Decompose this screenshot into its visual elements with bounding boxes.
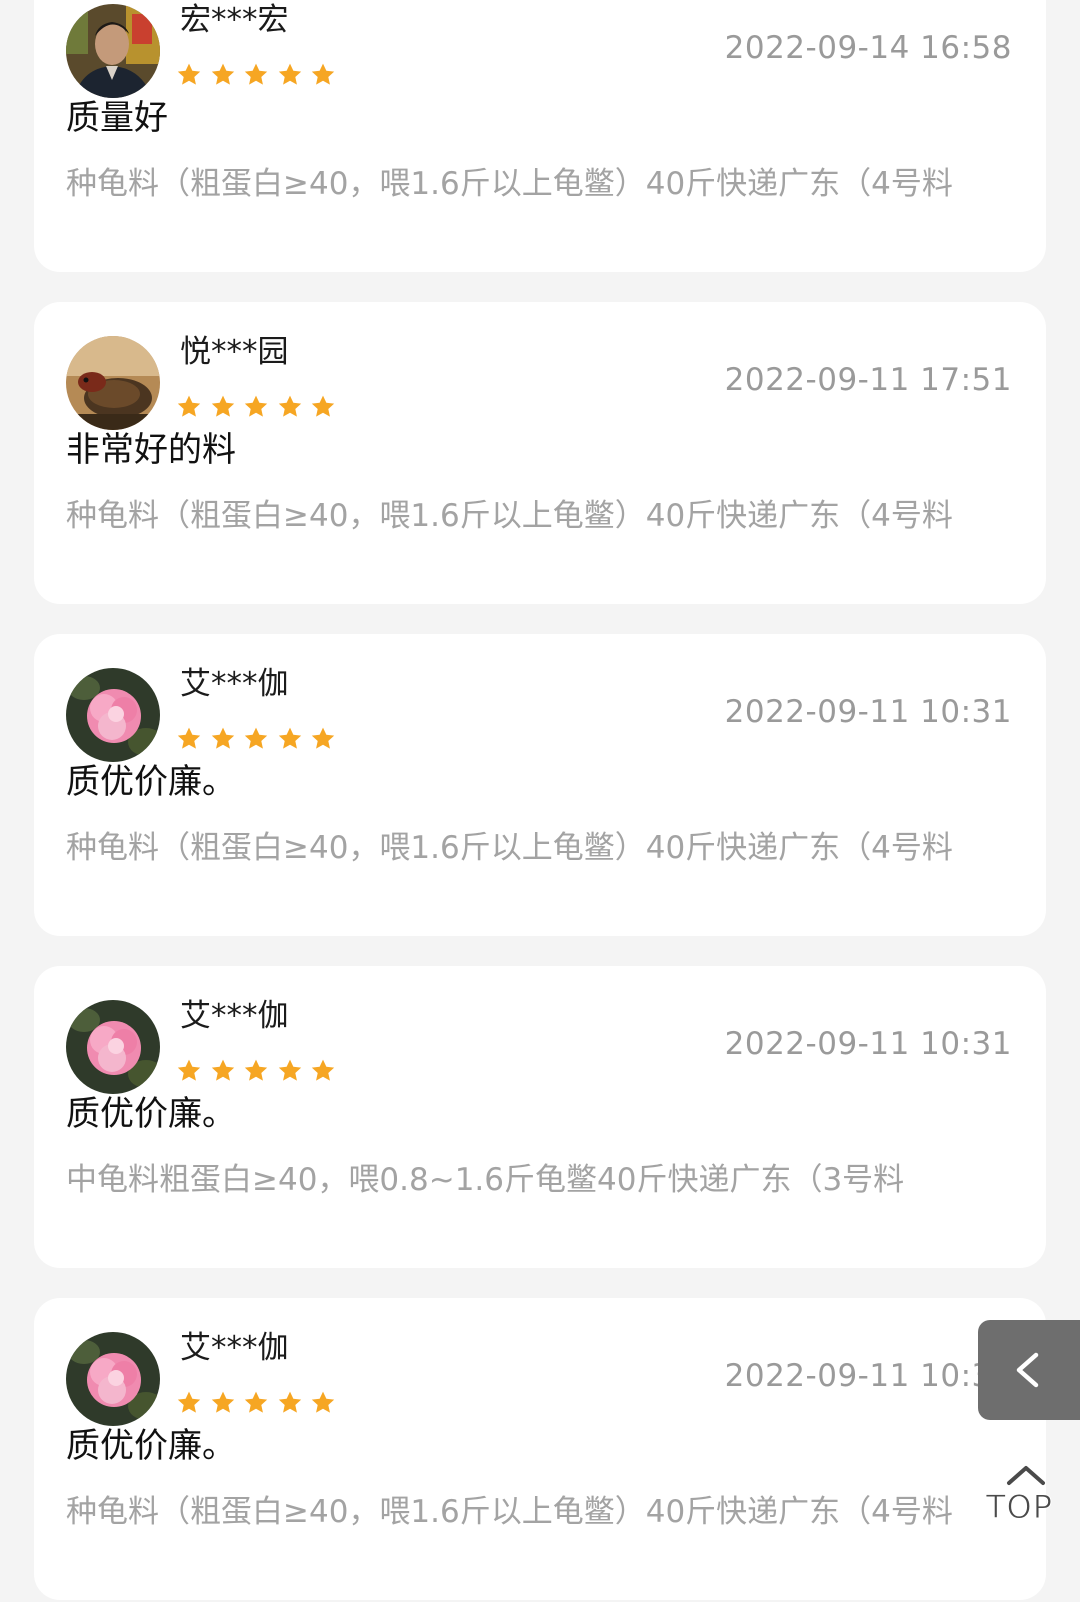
product-spec: 中龟料粗蛋白≥40，喂0.8~1.6斤龟鳖40斤快递广东（3号料 xyxy=(66,1162,905,1198)
star-icon xyxy=(210,1058,236,1084)
username: 宏***宏 xyxy=(180,2,289,38)
star-rating xyxy=(176,62,344,92)
star-icon xyxy=(277,62,303,88)
star-icon xyxy=(210,62,236,88)
top-label: TOP xyxy=(985,1488,1054,1527)
star-icon xyxy=(243,726,269,752)
product-spec: 种龟料（粗蛋白≥40，喂1.6斤以上龟鳖）40斤快递广东（4号料 xyxy=(66,166,953,202)
avatar[interactable] xyxy=(66,1332,160,1426)
review-comment: 质优价廉。 xyxy=(66,762,236,802)
username: 悦***园 xyxy=(180,334,289,370)
star-icon xyxy=(176,62,202,88)
star-icon xyxy=(176,1390,202,1416)
review-timestamp: 2022-09-11 10:31 xyxy=(724,1026,1012,1062)
username: 艾***伽 xyxy=(180,1330,289,1366)
review-card: 艾***伽 2022-09-11 10:31 质优价廉。 中龟料粗蛋白≥40，喂… xyxy=(34,966,1046,1268)
star-rating xyxy=(176,1390,344,1420)
star-icon xyxy=(210,1390,236,1416)
product-spec: 种龟料（粗蛋白≥40，喂1.6斤以上龟鳖）40斤快递广东（4号料 xyxy=(66,830,953,866)
review-comment: 质优价廉。 xyxy=(66,1094,236,1134)
star-icon xyxy=(243,394,269,420)
star-icon xyxy=(243,1058,269,1084)
review-comment: 非常好的料 xyxy=(66,430,236,470)
star-icon xyxy=(277,1390,303,1416)
scroll-to-top-button[interactable]: TOP xyxy=(980,1460,1072,1540)
chevron-up-icon xyxy=(1007,1466,1045,1485)
star-icon xyxy=(277,394,303,420)
product-spec: 种龟料（粗蛋白≥40，喂1.6斤以上龟鳖）40斤快递广东（4号料 xyxy=(66,498,953,534)
review-timestamp: 2022-09-14 16:58 xyxy=(724,30,1012,66)
star-rating xyxy=(176,726,344,756)
star-icon xyxy=(310,1390,336,1416)
avatar[interactable] xyxy=(66,668,160,762)
star-icon xyxy=(243,1390,269,1416)
star-rating xyxy=(176,1058,344,1088)
star-icon xyxy=(243,62,269,88)
star-rating xyxy=(176,394,344,424)
star-icon xyxy=(277,726,303,752)
star-icon xyxy=(210,726,236,752)
star-icon xyxy=(176,394,202,420)
review-card: 宏***宏 2022-09-14 16:58 质量好 种龟料（粗蛋白≥40，喂1… xyxy=(34,0,1046,272)
chevron-left-icon xyxy=(1016,1352,1039,1388)
avatar[interactable] xyxy=(66,4,160,98)
star-icon xyxy=(310,726,336,752)
review-card: 艾***伽 2022-09-11 10:31 质优价廉。 种龟料（粗蛋白≥40，… xyxy=(34,634,1046,936)
star-icon xyxy=(310,394,336,420)
avatar[interactable] xyxy=(66,1000,160,1094)
star-icon xyxy=(310,1058,336,1084)
username: 艾***伽 xyxy=(180,666,289,702)
star-icon xyxy=(176,1058,202,1084)
review-comment: 质优价廉。 xyxy=(66,1426,236,1466)
star-icon xyxy=(176,726,202,752)
back-button[interactable] xyxy=(978,1320,1080,1420)
avatar[interactable] xyxy=(66,336,160,430)
username: 艾***伽 xyxy=(180,998,289,1034)
star-icon xyxy=(310,62,336,88)
product-spec: 种龟料（粗蛋白≥40，喂1.6斤以上龟鳖）40斤快递广东（4号料 xyxy=(66,1494,953,1530)
star-icon xyxy=(210,394,236,420)
review-timestamp: 2022-09-11 10:31 xyxy=(724,694,1012,730)
star-icon xyxy=(277,1058,303,1084)
review-card: 悦***园 2022-09-11 17:51 非常好的料 种龟料（粗蛋白≥40，… xyxy=(34,302,1046,604)
review-comment: 质量好 xyxy=(66,98,168,138)
review-timestamp: 2022-09-11 17:51 xyxy=(724,362,1012,398)
review-timestamp: 2022-09-11 10:31 xyxy=(724,1358,1012,1394)
review-card: 艾***伽 2022-09-11 10:31 质优价廉。 种龟料（粗蛋白≥40，… xyxy=(34,1298,1046,1600)
